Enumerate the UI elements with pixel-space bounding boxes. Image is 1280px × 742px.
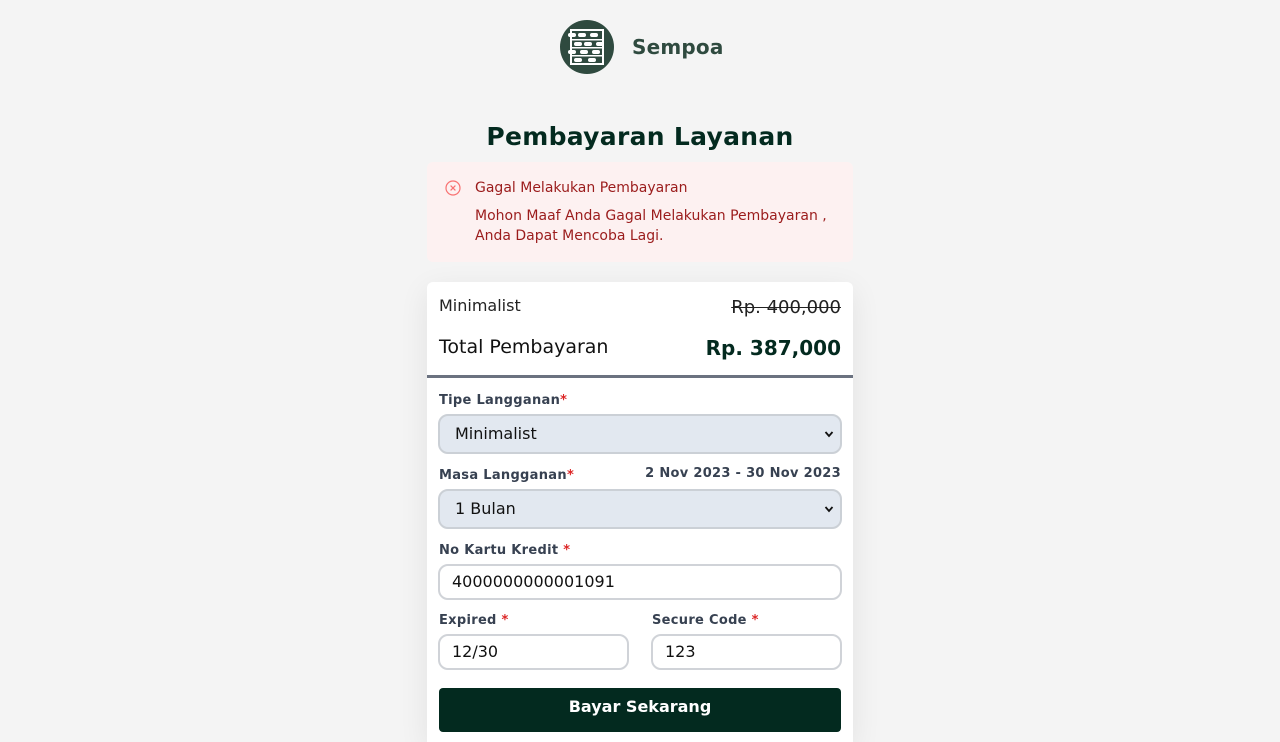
card-number-label: No Kartu Kredit *	[439, 543, 570, 558]
secure-code-label-text: Secure Code	[652, 613, 747, 628]
payment-card: Minimalist Rp. 400,000 Total Pembayaran …	[427, 282, 853, 742]
total-row: Total Pembayaran Rp. 387,000	[439, 336, 841, 362]
subscription-type-label: Tipe Langganan*	[439, 393, 567, 408]
alert-title: Gagal Melakukan Pembayaran	[475, 180, 688, 196]
subscription-period-select[interactable]: 1 Bulan	[438, 489, 842, 529]
required-mark: *	[566, 468, 575, 483]
total-value: Rp. 387,000	[705, 336, 841, 360]
secure-code-label: Secure Code *	[652, 613, 759, 628]
summary-divider	[427, 375, 853, 378]
required-mark: *	[501, 613, 509, 628]
secure-code-input[interactable]: 123	[651, 634, 842, 670]
page-title: Pembayaran Layanan	[486, 122, 794, 151]
subscription-period-label: Masa Langganan*	[439, 468, 574, 483]
brand-logo: Sempoa	[560, 20, 724, 74]
pay-now-button[interactable]: Bayar Sekarang	[439, 688, 841, 732]
required-mark: *	[563, 543, 571, 558]
expired-label: Expired *	[439, 613, 509, 628]
subscription-type-label-text: Tipe Langganan	[439, 393, 561, 408]
subscription-type-value: Minimalist	[455, 424, 537, 443]
alert-message: Mohon Maaf Anda Gagal Melakukan Pembayar…	[475, 208, 827, 244]
chevron-down-icon	[824, 506, 834, 513]
original-price: Rp. 400,000	[731, 297, 841, 318]
brand-name: Sempoa	[632, 35, 724, 59]
expired-label-text: Expired	[439, 613, 497, 628]
abacus-logo-icon	[560, 20, 614, 74]
total-label: Total Pembayaran	[439, 336, 609, 358]
subscription-type-select[interactable]: Minimalist	[438, 414, 842, 454]
required-mark: *	[560, 393, 568, 408]
subscription-date-range: 2 Nov 2023 - 30 Nov 2023	[645, 466, 841, 481]
card-number-input[interactable]: 4000000000001091	[438, 564, 842, 600]
error-alert: Gagal Melakukan Pembayaran Mohon Maaf An…	[427, 162, 853, 262]
card-number-label-text: No Kartu Kredit	[439, 543, 559, 558]
chevron-down-icon	[824, 431, 834, 438]
plan-name: Minimalist	[439, 296, 521, 315]
required-mark: *	[751, 613, 759, 628]
expired-input[interactable]: 12/30	[438, 634, 629, 670]
subscription-period-label-text: Masa Langganan	[439, 468, 567, 483]
subscription-period-value: 1 Bulan	[455, 499, 516, 518]
error-circle-icon	[445, 180, 461, 196]
plan-summary-row: Minimalist Rp. 400,000	[439, 296, 841, 320]
